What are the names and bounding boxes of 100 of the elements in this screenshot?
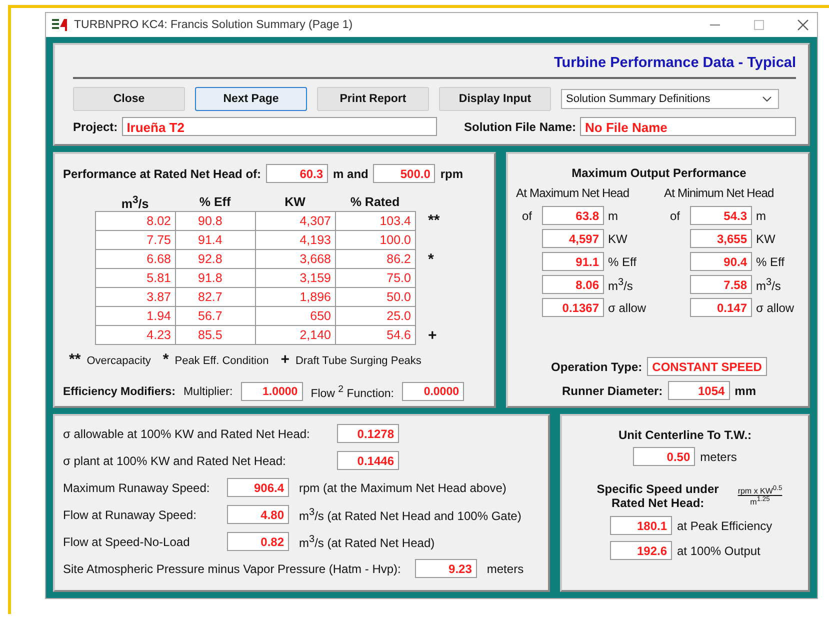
table-cell: 2,140 [256,326,336,346]
value-field[interactable]: 63.8 [542,206,604,225]
table-cell: 4.23 [96,326,176,346]
table-cell: 1.94 [96,307,176,326]
file-name-field[interactable]: No File Name [580,117,796,136]
field-label: Flow $^{2}$ Function: [310,384,394,400]
table-cell: 54.6 [336,326,416,346]
field-label: Unit Centerline To T.W.: [618,428,752,442]
legend-text: Overcapacity [86,355,151,368]
value-field[interactable]: 8.06 [542,275,604,294]
specific-speed-field[interactable]: 180.1 [610,516,672,535]
field-label: Flow at Runaway Speed: [63,508,198,522]
value-field[interactable]: 906.4 [227,478,289,497]
field-label: of [522,208,532,222]
unit-label: σ allow [608,300,646,314]
unit-label: m$^{3}$/s (at Rated Net Head) [299,534,435,550]
table-cell: 650 [256,307,336,326]
column-header: m$^{3}$/s [120,195,150,212]
unit-label: % Eff [756,254,784,268]
field-label: Multiplier: [183,386,233,398]
unit-label: meters [486,562,524,576]
pressure-field[interactable]: 9.23 [414,559,477,578]
field-label: Performance at Rated Net Head of: [63,166,262,180]
row-marker: ** [428,213,440,230]
toolbar-button[interactable]: Display Input [439,87,551,111]
project-field[interactable]: Irueña T2 [122,117,437,136]
table-cell: 6.68 [96,250,176,270]
value-field[interactable]: 4.80 [227,505,289,524]
table-cell: 3,159 [256,269,336,288]
field-label: Solution File Name: [464,120,576,134]
caret-icon [762,96,772,102]
table-cell: 85.5 [176,326,256,346]
unit-label: m$^{3}$/s [608,276,633,292]
field-label: Operation Type: [551,360,642,374]
toolbar-button[interactable]: Print Report [317,87,429,111]
definitions-dropdown[interactable]: Solution Summary Definitions [561,89,779,109]
sigma-field[interactable]: 0.1278 [337,424,399,443]
field-label: Project: [73,120,118,134]
table-cell: 5.81 [96,269,176,288]
unit-label: m and [333,166,368,180]
formula-denominator: m$^{1.25}$ [750,496,770,507]
app-icon [52,18,68,32]
flow-function-field[interactable]: 0.0000 [402,382,464,402]
row-marker: + [428,328,437,344]
value-field[interactable]: 0.147 [690,298,752,317]
table-cell: 91.8 [176,269,256,288]
unit-label: % Eff [608,254,636,268]
legend-text: Draft Tube Surging Peaks [295,355,422,368]
unit-label: m$^{3}$/s [756,276,781,292]
table-cell: 4,307 [256,212,336,232]
formula-numerator: rpm x KW$^{0.5}$ [738,485,782,496]
value-field[interactable]: 54.3 [690,206,752,225]
unit-label: rpm [440,166,464,180]
value-field[interactable]: 0.1367 [542,298,604,317]
legend-mark: * [162,351,169,368]
value-field[interactable]: 91.1 [542,252,604,271]
field-label: Maximum Runaway Speed: [63,480,211,494]
specific-speed-field[interactable]: 192.6 [610,541,672,560]
table-cell: 7.75 [96,231,176,250]
centerline-field[interactable]: 0.50 [633,447,696,466]
panel-title: Maximum Output Performance [572,166,746,180]
speed-field[interactable]: 500.0 [373,164,436,183]
table-cell: 91.4 [176,231,256,250]
table-cell: 8.02 [96,212,176,232]
column-header: % Rated [349,195,401,211]
toolbar-button[interactable]: Close [73,87,185,111]
column-header: At Maximum Net Head [516,186,630,200]
head-field[interactable]: 60.3 [266,164,328,183]
toolbar-button[interactable]: Next Page [195,87,307,111]
unit-label: KW [756,232,776,246]
row-marker: * [428,252,434,268]
legend-mark: + [280,351,290,368]
table-cell: 25.0 [336,307,416,326]
window-title: TURBNPRO KC4: Francis Solution Summary (Page 1) [74,19,353,31]
sigma-field[interactable]: 0.1446 [337,451,399,470]
close-icon[interactable] [797,19,809,31]
table-cell: 3.87 [96,288,176,308]
table-cell: 4,193 [256,231,336,250]
field-label: σ plant at 100% KW and Rated Net Head: [63,454,287,468]
legend-mark: ** [69,351,81,368]
unit-label: m [608,208,618,222]
value-field[interactable]: 90.4 [690,252,752,271]
field-label: Efficiency Modifiers: [63,386,176,398]
panel-title: Turbine Performance Data - Typical [554,55,796,71]
value-field[interactable]: 0.82 [227,532,289,551]
operation-type-field[interactable]: CONSTANT SPEED [647,357,767,376]
unit-label: σ allow [756,300,794,314]
value-field[interactable]: 3,655 [690,229,752,248]
table-cell: 75.0 [336,269,416,288]
field-label: Flow at Speed-No-Load [63,534,191,548]
table-cell: 86.2 [336,250,416,270]
field-label: Specific Speed under Rated Net Head: [596,482,720,510]
value-field[interactable]: 7.58 [690,275,752,294]
unit-label: mm [734,384,756,398]
column-header: At Minimum Net Head [664,186,775,200]
value-field[interactable]: 4,597 [542,229,604,248]
table-cell: 82.7 [176,288,256,308]
table-cell: 103.4 [336,212,416,232]
multiplier-field[interactable]: 1.0000 [240,382,303,402]
diameter-field[interactable]: 1054 [668,381,730,400]
